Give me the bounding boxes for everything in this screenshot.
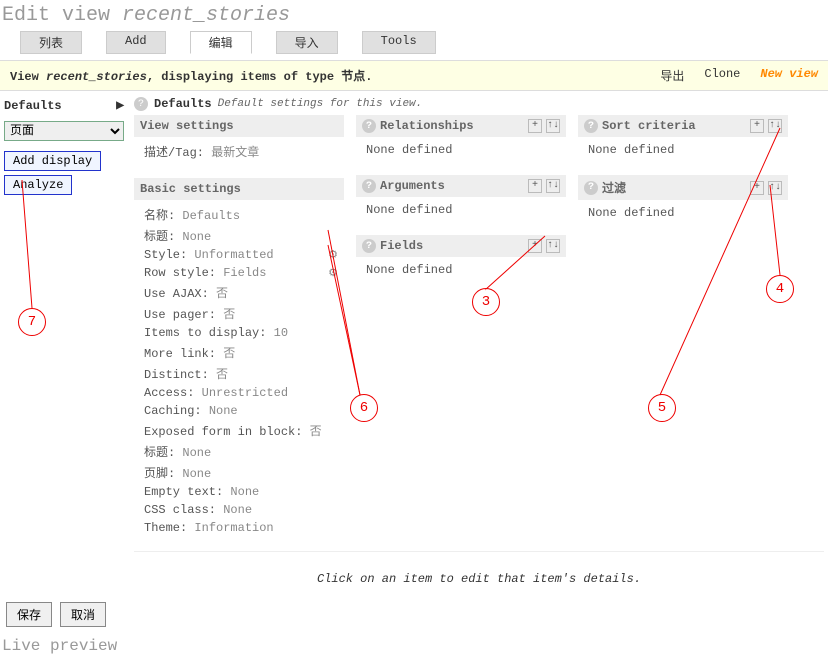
help-icon[interactable]: ?: [584, 119, 598, 133]
filter-panel: ?过滤 +↑↓ None defined: [578, 175, 788, 230]
live-preview-header: Live preview: [0, 633, 828, 659]
analyze-button[interactable]: Analyze: [4, 175, 72, 195]
sort-criteria-panel: ?Sort criteria +↑↓ None defined: [578, 115, 788, 167]
expand-icon[interactable]: ▶: [116, 100, 124, 112]
desc-row[interactable]: 描述/Tag: 最新文章: [144, 141, 338, 162]
reorder-icon[interactable]: ↑↓: [546, 119, 560, 133]
view-settings-title: View settings: [140, 119, 234, 133]
setting-row[interactable]: Distinct: 否: [144, 363, 338, 384]
setting-row[interactable]: 页脚: None: [144, 462, 338, 483]
none-defined: None defined: [366, 261, 560, 279]
add-icon[interactable]: +: [528, 119, 542, 133]
relationships-panel: ?Relationships +↑↓ None defined: [356, 115, 566, 167]
none-defined: None defined: [366, 141, 560, 159]
basic-settings-panel: Basic settings 名称: Defaults标题: NoneStyle…: [134, 178, 344, 545]
reorder-icon[interactable]: ↑↓: [546, 179, 560, 193]
tab-add[interactable]: Add: [106, 31, 166, 54]
display-select[interactable]: 页面: [4, 121, 124, 141]
setting-row[interactable]: Use AJAX: 否: [144, 282, 338, 303]
add-display-button[interactable]: Add display: [4, 151, 101, 171]
setting-row[interactable]: 标题: None: [144, 441, 338, 462]
none-defined: None defined: [588, 141, 782, 159]
section-header: ? Defaults Default settings for this vie…: [134, 97, 824, 115]
add-icon[interactable]: +: [750, 119, 764, 133]
basic-settings-title: Basic settings: [140, 182, 241, 196]
setting-row[interactable]: 名称: Defaults: [144, 204, 338, 225]
page-title: Edit view recent_stories: [0, 0, 828, 29]
setting-row[interactable]: More link: 否: [144, 342, 338, 363]
tabs: 列表 Add 编辑 导入 Tools: [0, 29, 828, 60]
fields-panel: ?Fields +↑↓ None defined: [356, 235, 566, 287]
sidebar: Defaults ▶ 页面 Add display Analyze: [4, 97, 124, 596]
help-icon[interactable]: ?: [584, 181, 598, 195]
setting-row[interactable]: Caching: None: [144, 402, 338, 420]
arguments-panel: ?Arguments +↑↓ None defined: [356, 175, 566, 227]
tab-import[interactable]: 导入: [276, 31, 338, 54]
setting-row[interactable]: Exposed form in block: 否: [144, 420, 338, 441]
tab-list[interactable]: 列表: [20, 31, 82, 54]
tab-tools[interactable]: Tools: [362, 31, 436, 54]
help-icon[interactable]: ?: [362, 119, 376, 133]
export-link[interactable]: 导出: [660, 67, 684, 84]
add-icon[interactable]: +: [750, 181, 764, 195]
edit-hint: Click on an item to edit that item's det…: [134, 551, 824, 596]
setting-row[interactable]: Row style: Fields⚙: [144, 264, 338, 282]
reorder-icon[interactable]: ↑↓: [768, 181, 782, 195]
add-icon[interactable]: +: [528, 239, 542, 253]
setting-row[interactable]: Items to display: 10: [144, 324, 338, 342]
tab-edit[interactable]: 编辑: [190, 31, 252, 54]
gear-icon[interactable]: ⚙: [328, 248, 338, 262]
reorder-icon[interactable]: ↑↓: [768, 119, 782, 133]
info-bar: View recent_stories, displaying items of…: [0, 60, 828, 91]
view-settings-panel: View settings 描述/Tag: 最新文章: [134, 115, 344, 170]
reorder-icon[interactable]: ↑↓: [546, 239, 560, 253]
save-button[interactable]: 保存: [6, 602, 52, 627]
help-icon[interactable]: ?: [134, 97, 148, 111]
defaults-header[interactable]: Defaults: [4, 99, 62, 113]
add-icon[interactable]: +: [528, 179, 542, 193]
cancel-button[interactable]: 取消: [60, 602, 106, 627]
clone-link[interactable]: Clone: [704, 67, 740, 84]
help-icon[interactable]: ?: [362, 179, 376, 193]
none-defined: None defined: [588, 204, 782, 222]
setting-row[interactable]: 标题: None: [144, 225, 338, 246]
new-view-link[interactable]: New view: [760, 67, 818, 84]
setting-row[interactable]: Access: Unrestricted: [144, 384, 338, 402]
setting-row[interactable]: Theme: Information: [144, 519, 338, 537]
setting-row[interactable]: Empty text: None: [144, 483, 338, 501]
gear-icon[interactable]: ⚙: [328, 266, 338, 280]
setting-row[interactable]: Style: Unformatted⚙: [144, 246, 338, 264]
none-defined: None defined: [366, 201, 560, 219]
setting-row[interactable]: CSS class: None: [144, 501, 338, 519]
setting-row[interactable]: Use pager: 否: [144, 303, 338, 324]
help-icon[interactable]: ?: [362, 239, 376, 253]
